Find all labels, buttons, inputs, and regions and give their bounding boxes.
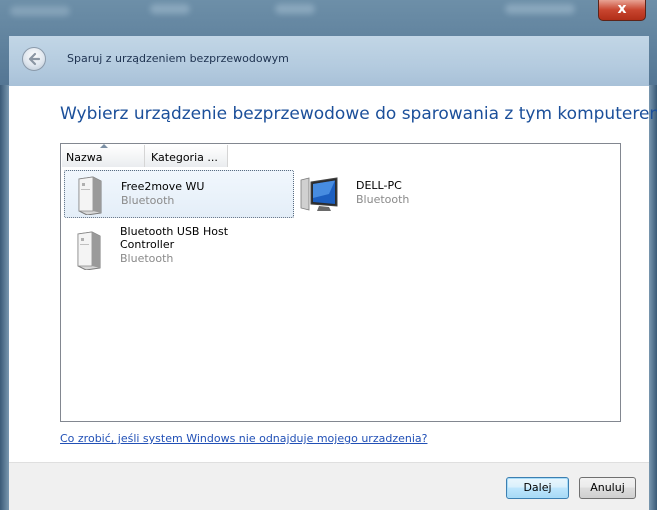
back-arrow-icon bbox=[28, 52, 41, 66]
computer-monitor-icon bbox=[300, 177, 338, 211]
column-header-name[interactable]: Nazwa bbox=[62, 144, 145, 167]
close-button[interactable]: x bbox=[598, 0, 646, 21]
window-title: Sparuj z urządzeniem bezprzewodowym bbox=[67, 52, 289, 65]
device-category: Bluetooth bbox=[121, 194, 175, 207]
taskbar-ghost bbox=[505, 4, 575, 14]
taskbar-ghost bbox=[10, 6, 70, 16]
list-item-bluetooth-usb-host[interactable]: Bluetooth USB Host Controller Bluetooth bbox=[64, 222, 294, 274]
device-tower-icon bbox=[77, 231, 101, 270]
frame-right-edge bbox=[649, 85, 657, 510]
frame-left-edge bbox=[0, 85, 9, 510]
page-title: Wybierz urządzenie bezprzewodowe do spar… bbox=[60, 104, 657, 124]
taskbar-ghost bbox=[275, 4, 315, 14]
next-button[interactable]: Dalej bbox=[506, 477, 569, 499]
device-tower-icon bbox=[78, 176, 102, 215]
help-link[interactable]: Co zrobić, jeśli system Windows nie odna… bbox=[60, 432, 427, 445]
device-category: Bluetooth bbox=[356, 193, 410, 206]
list-item-free2move[interactable]: Free2move WU Bluetooth bbox=[64, 170, 294, 218]
sort-ascending-icon bbox=[100, 144, 108, 148]
close-icon: x bbox=[617, 1, 627, 17]
device-category: Bluetooth bbox=[120, 252, 174, 265]
device-name-line1: Bluetooth USB Host bbox=[120, 225, 229, 238]
cancel-button[interactable]: Anuluj bbox=[579, 477, 636, 499]
device-name: Free2move WU bbox=[121, 180, 205, 193]
back-button[interactable] bbox=[22, 47, 46, 71]
taskbar-ghost bbox=[150, 4, 190, 14]
device-name-line2: Controller bbox=[120, 238, 175, 251]
device-name: DELL-PC bbox=[356, 179, 402, 192]
column-header-category[interactable]: Kategoria ... bbox=[145, 145, 228, 167]
device-list[interactable]: Nazwa Kategoria ... Free2move WU Bluetoo… bbox=[60, 143, 621, 422]
list-item-dell-pc[interactable]: DELL-PC Bluetooth bbox=[297, 170, 497, 218]
